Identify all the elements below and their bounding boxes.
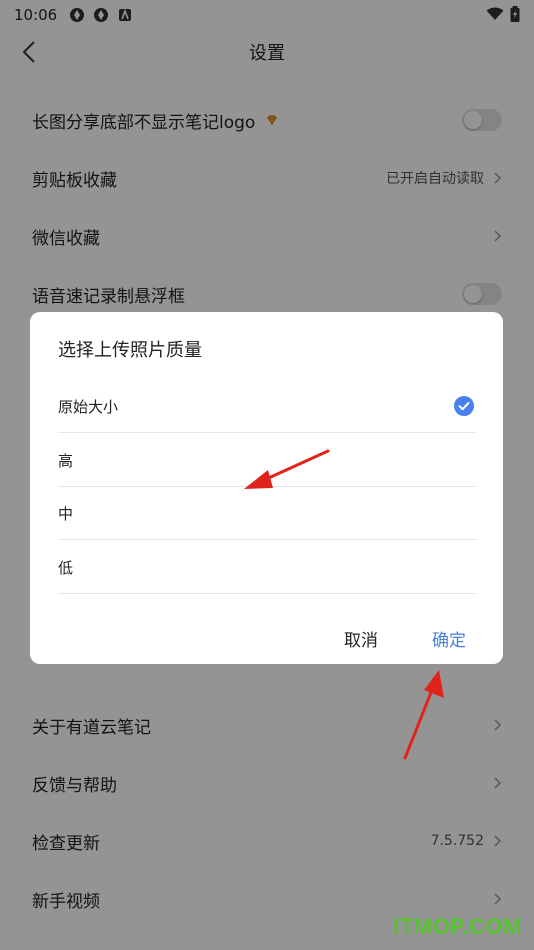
- annotation-arrow-options: [244, 449, 330, 489]
- annotation-arrows: [244, 449, 444, 760]
- annotation-arrow-confirm: [403, 670, 444, 760]
- watermark-text: ITMOP.COM: [393, 914, 522, 939]
